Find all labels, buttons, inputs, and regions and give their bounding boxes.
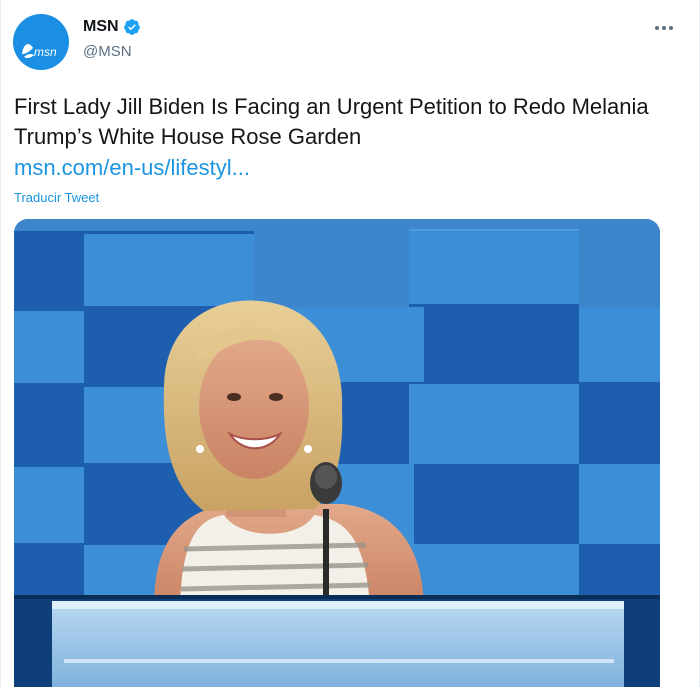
avatar[interactable]: msn	[13, 14, 69, 70]
more-options-icon	[655, 26, 673, 30]
author-name-row[interactable]: MSN	[83, 18, 141, 36]
tweet-media-photo[interactable]	[14, 219, 660, 687]
tweet-link[interactable]: msn.com/en-us/lifestyl...	[14, 153, 250, 183]
tweet-card: msn MSN @MSN First Lady Jill Biden Is Fa…	[0, 0, 700, 687]
msn-butterfly-icon	[22, 44, 34, 59]
avatar-label: msn	[34, 45, 57, 59]
verified-badge-icon	[123, 19, 140, 35]
more-options-button[interactable]	[651, 16, 677, 40]
author-display-name[interactable]: MSN	[83, 18, 119, 36]
tweet-text: First Lady Jill Biden Is Facing an Urgen…	[14, 94, 649, 149]
translate-tweet-link[interactable]: Traducir Tweet	[14, 190, 99, 205]
photo-jill-biden-at-podium	[14, 219, 660, 687]
author-handle[interactable]: @MSN	[83, 43, 132, 60]
